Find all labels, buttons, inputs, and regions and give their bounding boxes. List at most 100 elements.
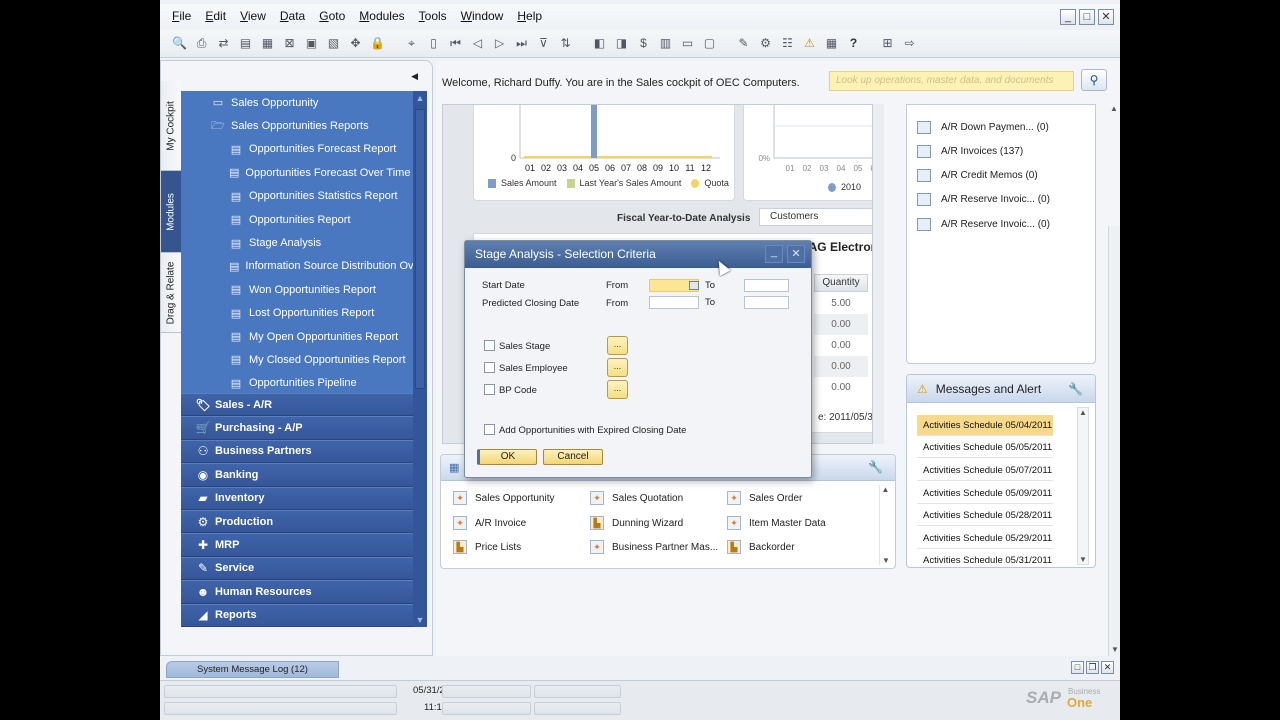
ok-button[interactable]: OK — [477, 449, 537, 465]
message-item[interactable]: Activities Schedule 05/07/2011 — [917, 460, 1053, 481]
message-item[interactable]: Activities Schedule 05/28/2011 — [917, 505, 1053, 526]
sales-employee-checkbox[interactable] — [484, 362, 495, 373]
maximize-log-button[interactable]: □ — [1071, 661, 1084, 674]
tree-scrollbar[interactable]: ▲ ▼ — [413, 91, 427, 627]
pdf-icon[interactable]: ▧ — [324, 34, 343, 53]
search-button[interactable]: ⚲ — [1081, 69, 1107, 91]
bp-code-choose-button[interactable]: ... — [607, 380, 628, 399]
message-item[interactable]: Activities Schedule 05/29/2011 — [917, 528, 1053, 549]
menu-window[interactable]: Window — [461, 9, 504, 23]
message-item[interactable]: Activities Schedule 05/05/2011 — [917, 437, 1053, 458]
maximize-button[interactable]: □ — [1079, 9, 1095, 25]
scroll-up-icon[interactable]: ▲ — [1078, 408, 1088, 417]
next-record-icon[interactable]: ▷ — [490, 34, 509, 53]
transfer-icon[interactable]: ⇄ — [214, 34, 233, 53]
tab-drag-relate[interactable]: Drag & Relate — [161, 253, 181, 333]
add-icon[interactable]: ▯ — [424, 34, 443, 53]
calendar-icon[interactable] — [689, 281, 699, 290]
scroll-up-icon[interactable]: ▲ — [880, 485, 891, 494]
close-log-button[interactable]: ✕ — [1101, 661, 1114, 674]
form-settings-icon[interactable]: ⊞ — [878, 34, 897, 53]
module-business-partners[interactable]: ⚇ Business Partners — [181, 439, 413, 464]
base-document-icon[interactable]: ◧ — [590, 34, 609, 53]
payment-means-icon[interactable]: $ — [634, 34, 653, 53]
scroll-down-icon[interactable]: ▼ — [880, 556, 892, 565]
lock-icon[interactable]: 🔒 — [368, 34, 387, 53]
journal-icon[interactable]: ▢ — [700, 34, 719, 53]
previous-record-icon[interactable]: ◁ — [468, 34, 487, 53]
scroll-up-icon[interactable]: ▲ — [1108, 104, 1120, 113]
sales-stage-checkbox[interactable] — [484, 340, 495, 351]
fax-icon[interactable]: ▦ — [258, 34, 277, 53]
func-dunning-wizard[interactable]: ▙ Dunning Wizard — [590, 516, 683, 530]
bp-code-checkbox[interactable] — [484, 384, 495, 395]
closing-date-from-input[interactable] — [649, 296, 699, 309]
func-item-master-data[interactable]: ✦ Item Master Data — [727, 516, 826, 530]
edit-icon[interactable]: ✎ — [734, 34, 753, 53]
close-button[interactable]: ✕ — [1098, 9, 1114, 25]
document-icon[interactable]: ▤ — [236, 34, 255, 53]
first-record-icon[interactable]: ⏮ — [446, 34, 465, 53]
sales-stage-choose-button[interactable]: ... — [607, 336, 628, 355]
func-ar-invoice[interactable]: ✦ A/R Invoice — [453, 516, 526, 530]
word-icon[interactable]: ▣ — [302, 34, 321, 53]
module-mrp[interactable]: ✚ MRP — [181, 533, 413, 557]
module-purchasing-ap[interactable]: 🛒 Purchasing - A/P — [181, 416, 413, 440]
tree-item-report[interactable]: ▤ Won Opportunities Report — [181, 278, 413, 301]
doc-ar-reserve-invoice[interactable]: A/R Reserve Invoic... (0) — [917, 218, 1050, 231]
doc-ar-down-payment[interactable]: A/R Down Paymen... (0) — [917, 121, 1049, 134]
func-price-lists[interactable]: ▙ Price Lists — [453, 540, 521, 554]
doc-ar-credit-memos[interactable]: A/R Credit Memos (0) — [917, 169, 1038, 182]
tree-item-report[interactable]: ▤ Lost Opportunities Report — [181, 302, 413, 325]
module-service[interactable]: ✎ Service — [181, 556, 413, 581]
tree-item-report[interactable]: ▤Opportunities Forecast Over Time Report — [181, 161, 413, 184]
menu-tools[interactable]: Tools — [419, 9, 447, 23]
wrench-icon[interactable]: 🔧 — [1068, 382, 1083, 396]
module-banking[interactable]: ◉ Banking — [181, 463, 413, 487]
expired-closing-date-checkbox[interactable] — [484, 424, 495, 435]
tree-folder-sales-opportunities-reports[interactable]: 🗁 Sales Opportunities Reports — [181, 114, 413, 137]
excel-icon[interactable]: ⊠ — [280, 34, 299, 53]
query-icon[interactable]: ☷ — [778, 34, 797, 53]
menu-file[interactable]: File — [172, 9, 191, 23]
menu-edit[interactable]: Edit — [205, 9, 226, 23]
search-input[interactable]: Look up operations, master data, and doc… — [829, 71, 1074, 91]
filter-icon[interactable]: ⊽ — [534, 34, 553, 53]
cockpit-scrollbar[interactable] — [872, 104, 884, 444]
tree-item-report[interactable]: ▤ Opportunities Report — [181, 208, 413, 231]
restore-log-button[interactable]: ❐ — [1086, 661, 1099, 674]
alert-icon[interactable]: ⚠ — [800, 34, 819, 53]
module-reports[interactable]: ◢ Reports — [181, 603, 413, 627]
fytd-select[interactable]: Customers — [759, 208, 877, 226]
module-human-resources[interactable]: ☻ Human Resources — [181, 580, 413, 604]
func-sales-opportunity[interactable]: ✦ Sales Opportunity — [453, 491, 555, 505]
tree-item-report[interactable]: ▤ My Open Opportunities Report — [181, 325, 413, 348]
menu-modules[interactable]: Modules — [359, 9, 404, 23]
doc-ar-invoices[interactable]: A/R Invoices (137) — [917, 145, 1023, 158]
tab-my-cockpit[interactable]: My Cockpit — [161, 81, 181, 171]
start-date-to-input[interactable] — [744, 279, 789, 292]
module-inventory[interactable]: ▰ Inventory — [181, 486, 413, 510]
sort-icon[interactable]: ⇅ — [556, 34, 575, 53]
message-item[interactable]: Activities Schedule 05/04/2011 — [917, 415, 1053, 436]
dialog-title-bar[interactable]: Stage Analysis - Selection Criteria _ ✕ — [465, 241, 811, 268]
tree-item-report[interactable]: ▤ Opportunities Pipeline — [181, 372, 413, 395]
dialog-close-button[interactable]: ✕ — [787, 245, 805, 263]
volume-weight-icon[interactable]: ▭ — [678, 34, 697, 53]
last-record-icon[interactable]: ⏭ — [512, 34, 531, 53]
func-backorder[interactable]: ▙ Backorder — [727, 540, 795, 554]
tree-item-stage-analysis[interactable]: ▤ Stage Analysis — [181, 231, 413, 254]
tree-item-report[interactable]: ▤Information Source Distribution Over Ti… — [181, 255, 413, 278]
preview-icon[interactable]: 🔍 — [170, 34, 189, 53]
message-item[interactable]: Activities Schedule 05/09/2011 — [917, 483, 1053, 504]
wrench-icon[interactable]: 🔧 — [868, 460, 883, 474]
scroll-down-icon[interactable]: ▼ — [1109, 645, 1120, 654]
help-icon[interactable]: ? — [844, 34, 863, 53]
func-sales-order[interactable]: ✦ Sales Order — [727, 491, 802, 505]
settings-icon[interactable]: ⚙ — [756, 34, 775, 53]
tree-item-sales-opportunity[interactable]: ▭ Sales Opportunity — [181, 91, 413, 114]
menu-help[interactable]: Help — [517, 9, 542, 23]
tab-modules[interactable]: Modules — [161, 171, 181, 253]
scroll-up-icon[interactable]: ▲ — [413, 91, 427, 105]
sales-employee-choose-button[interactable]: ... — [607, 358, 628, 377]
